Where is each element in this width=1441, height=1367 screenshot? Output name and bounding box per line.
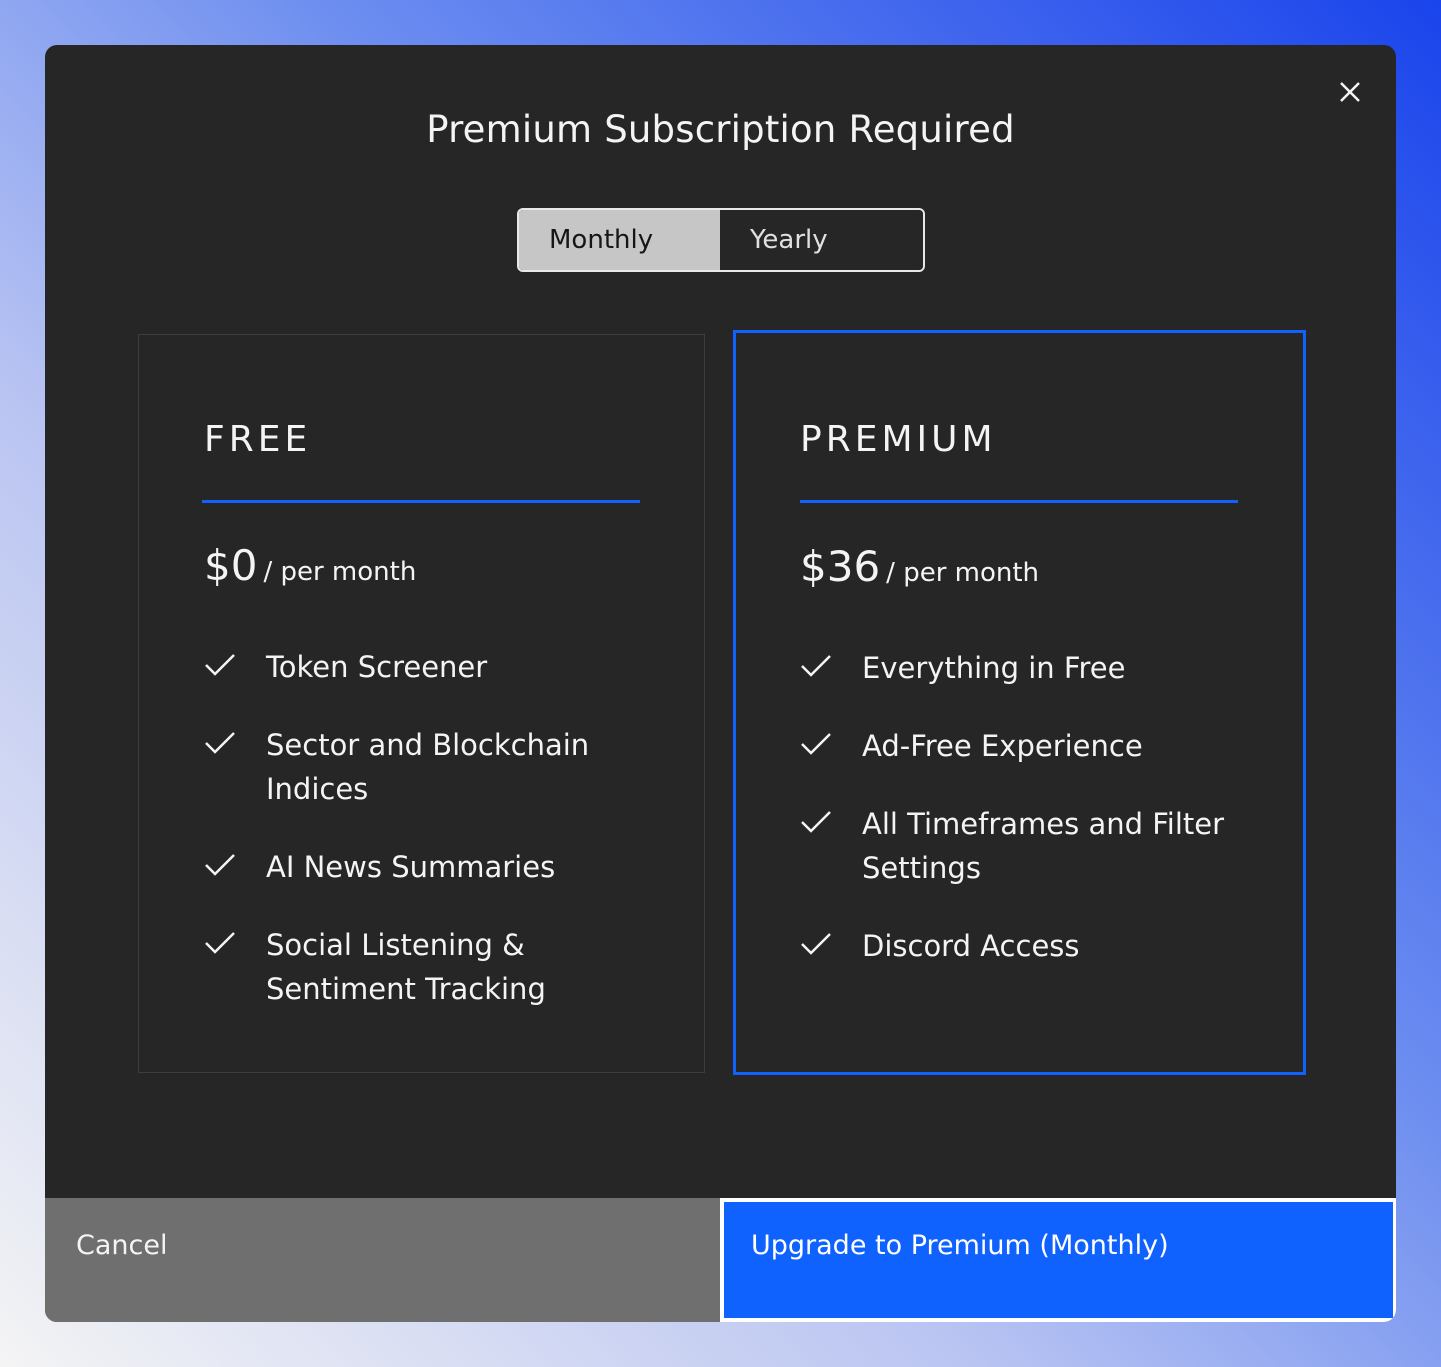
feature-label: Discord Access [862,929,1080,963]
price-period: / per month [886,558,1040,588]
feature-label: AI News Summaries [266,850,556,884]
checkmark-icon [205,732,235,754]
toggle-yearly[interactable]: Yearly [720,210,923,270]
upgrade-button-focus-ring: Upgrade to Premium (Monthly) [720,1198,1396,1322]
plan-price: $0/ per month [204,541,416,590]
plan-divider [800,500,1238,503]
price-amount: $36 [800,542,881,591]
plan-card-free[interactable]: FREE $0/ per month Token Screener Sector… [138,334,705,1073]
checkmark-icon [801,655,831,677]
feature-label: Social Listening & Sentiment Tracking [266,928,546,1006]
subscription-modal: Premium Subscription Required Monthly Ye… [45,45,1396,1322]
checkmark-icon [205,932,235,954]
modal-title: Premium Subscription Required [426,108,1015,151]
feature-label: Sector and Blockchain Indices [266,728,590,806]
feature-list: Token Screener Sector and Blockchain Ind… [204,645,606,1045]
upgrade-button[interactable]: Upgrade to Premium (Monthly) [724,1202,1393,1318]
feature-list: Everything in Free Ad-Free Experience Al… [800,646,1242,1002]
feature-label: Ad-Free Experience [862,729,1143,763]
checkmark-icon [205,854,235,876]
price-period: / per month [263,557,417,587]
feature-item: Ad-Free Experience [800,724,1242,768]
feature-item: AI News Summaries [204,845,606,889]
plan-name: PREMIUM [800,419,997,460]
feature-item: Social Listening & Sentiment Tracking [204,923,606,1011]
feature-item: Token Screener [204,645,606,689]
checkmark-icon [801,733,831,755]
plan-name: FREE [204,419,312,460]
feature-label: Token Screener [266,650,488,684]
close-button[interactable] [1335,77,1365,107]
price-amount: $0 [204,541,258,590]
cancel-button[interactable]: Cancel [45,1198,720,1322]
feature-label: All Timeframes and Filter Settings [862,807,1225,885]
feature-item: Sector and Blockchain Indices [204,723,606,811]
modal-footer: Cancel Upgrade to Premium (Monthly) [45,1198,1396,1322]
feature-item: Discord Access [800,924,1242,968]
plan-card-premium[interactable]: PREMIUM $36/ per month Everything in Fre… [733,330,1306,1075]
close-icon [1340,82,1360,102]
toggle-monthly[interactable]: Monthly [519,210,720,270]
checkmark-icon [801,933,831,955]
plan-divider [202,500,640,503]
feature-label: Everything in Free [862,651,1126,685]
checkmark-icon [801,811,831,833]
checkmark-icon [205,654,235,676]
plan-price: $36/ per month [800,542,1039,591]
feature-item: All Timeframes and Filter Settings [800,802,1242,890]
feature-item: Everything in Free [800,646,1242,690]
billing-period-toggle: Monthly Yearly [517,208,925,272]
